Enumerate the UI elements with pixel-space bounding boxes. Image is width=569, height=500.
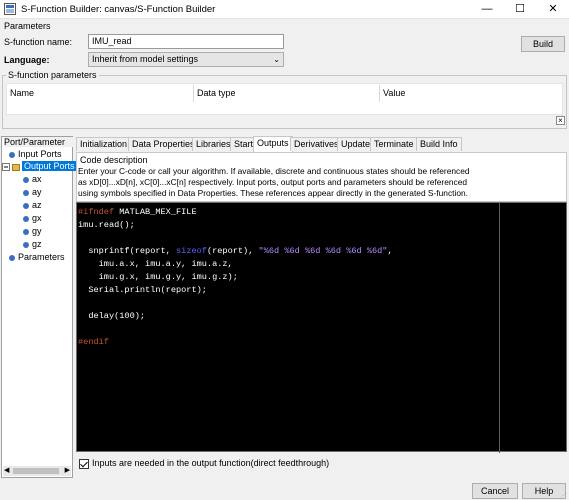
parameters-header: Parameters: [4, 21, 51, 31]
sfunction-parameters-label: S-function parameters: [6, 70, 99, 80]
collapse-icon[interactable]: [2, 162, 10, 171]
code-line-6: imu.g.x, imu.g.y, imu.g.z);: [78, 272, 238, 282]
code-line-7: Serial.println(report);: [78, 285, 207, 295]
horizontal-scrollbar[interactable]: ◀ ▶: [3, 466, 71, 476]
tree-item-output-gy[interactable]: gy: [22, 226, 42, 236]
port-node-icon: [23, 202, 29, 209]
tab-terminate[interactable]: Terminate: [370, 137, 418, 151]
tab-libraries[interactable]: Libraries: [192, 137, 235, 151]
code-description-group: Code description Enter your C-code or ca…: [76, 152, 567, 202]
direct-feedthrough-label: Inputs are needed in the output function…: [92, 458, 330, 468]
language-label: Language:: [4, 55, 50, 65]
port-node-icon: [23, 176, 29, 183]
tree-item-parameters[interactable]: Parameters: [8, 252, 65, 262]
editor-margin-line: [499, 203, 500, 453]
resize-grip-icon[interactable]: ⋰: [560, 492, 567, 500]
port-node-icon: [23, 228, 29, 235]
sfunction-name-label: S-function name:: [4, 37, 73, 47]
tab-outputs[interactable]: Outputs: [253, 136, 293, 152]
sfunction-name-input[interactable]: IMU_read: [88, 34, 284, 49]
language-select-value: Inherit from model settings: [92, 54, 199, 64]
column-separator: [193, 85, 194, 102]
tab-data-properties[interactable]: Data Properties: [128, 137, 199, 151]
language-select[interactable]: Inherit from model settings ⌄: [88, 52, 284, 67]
code-description-text: Enter your C-code or call your algorithm…: [78, 166, 470, 198]
close-icon[interactable]: ×: [556, 116, 565, 125]
scrollbar-thumb[interactable]: [13, 468, 59, 474]
cancel-button[interactable]: Cancel: [472, 483, 518, 499]
port-parameter-title: Port/Parameter: [4, 137, 74, 147]
code-line-9: delay(100);: [78, 311, 146, 321]
tree-item-output-ay[interactable]: ay: [22, 187, 42, 197]
tree-item-output-ports[interactable]: Output Ports: [2, 161, 77, 171]
tree-item-output-az[interactable]: az: [22, 200, 42, 210]
tab-derivatives[interactable]: Derivatives: [290, 137, 343, 151]
direct-feedthrough-checkbox[interactable]: [79, 458, 89, 469]
code-line-11: #endif: [78, 337, 109, 347]
minimize-button[interactable]: —: [474, 0, 500, 19]
tab-build-info[interactable]: Build Info: [416, 137, 462, 151]
column-separator: [379, 85, 380, 102]
tree-item-output-gz[interactable]: gz: [22, 239, 42, 249]
code-line-5: imu.a.x, imu.a.y, imu.a.z,: [78, 259, 233, 269]
port-node-icon: [23, 241, 29, 248]
direct-feedthrough-row[interactable]: Inputs are needed in the output function…: [79, 458, 329, 469]
tree-item-input-ports[interactable]: Input Ports: [8, 149, 62, 159]
chevron-down-icon: ⌄: [273, 55, 280, 64]
window-title: S-Function Builder: canvas/S-Function Bu…: [21, 4, 216, 15]
tab-update[interactable]: Update: [337, 137, 375, 151]
simulink-app-icon: [4, 3, 16, 15]
column-header-value[interactable]: Value: [383, 88, 405, 98]
tree-item-output-ax[interactable]: ax: [22, 174, 42, 184]
close-window-button[interactable]: ✕: [540, 0, 566, 19]
sfunction-parameters-table[interactable]: Name Data type Value: [6, 83, 563, 115]
code-description-label: Code description: [80, 155, 148, 165]
parameter-node-icon: [9, 254, 15, 261]
title-bar: S-Function Builder: canvas/S-Function Bu…: [0, 0, 569, 19]
column-header-name[interactable]: Name: [10, 88, 34, 98]
port-node-icon: [23, 189, 29, 196]
code-line-2: imu.read();: [78, 220, 135, 230]
tab-initialization[interactable]: Initialization: [76, 137, 132, 151]
scroll-left-icon[interactable]: ◀: [4, 466, 9, 474]
column-header-data-type[interactable]: Data type: [197, 88, 236, 98]
maximize-button[interactable]: ☐: [507, 0, 533, 19]
code-line-1: #ifndef MATLAB_MEX_FILE: [78, 207, 197, 217]
folder-icon: [12, 163, 20, 171]
port-node-icon: [9, 151, 15, 158]
tree-item-output-gx[interactable]: gx: [22, 213, 42, 223]
port-node-icon: [23, 215, 29, 222]
build-button[interactable]: Build: [521, 36, 565, 52]
scroll-right-icon[interactable]: ▶: [65, 466, 70, 474]
code-editor[interactable]: #ifndef MATLAB_MEX_FILE imu.read(); snpr…: [76, 202, 567, 453]
code-line-4: snprintf(report, sizeof(report), "%6d %6…: [78, 246, 393, 256]
sfunction-parameters-group: S-function parameters Name Data type Val…: [2, 70, 567, 129]
port-parameter-panel: Port/Parameter Input Ports Output Ports …: [1, 136, 77, 478]
